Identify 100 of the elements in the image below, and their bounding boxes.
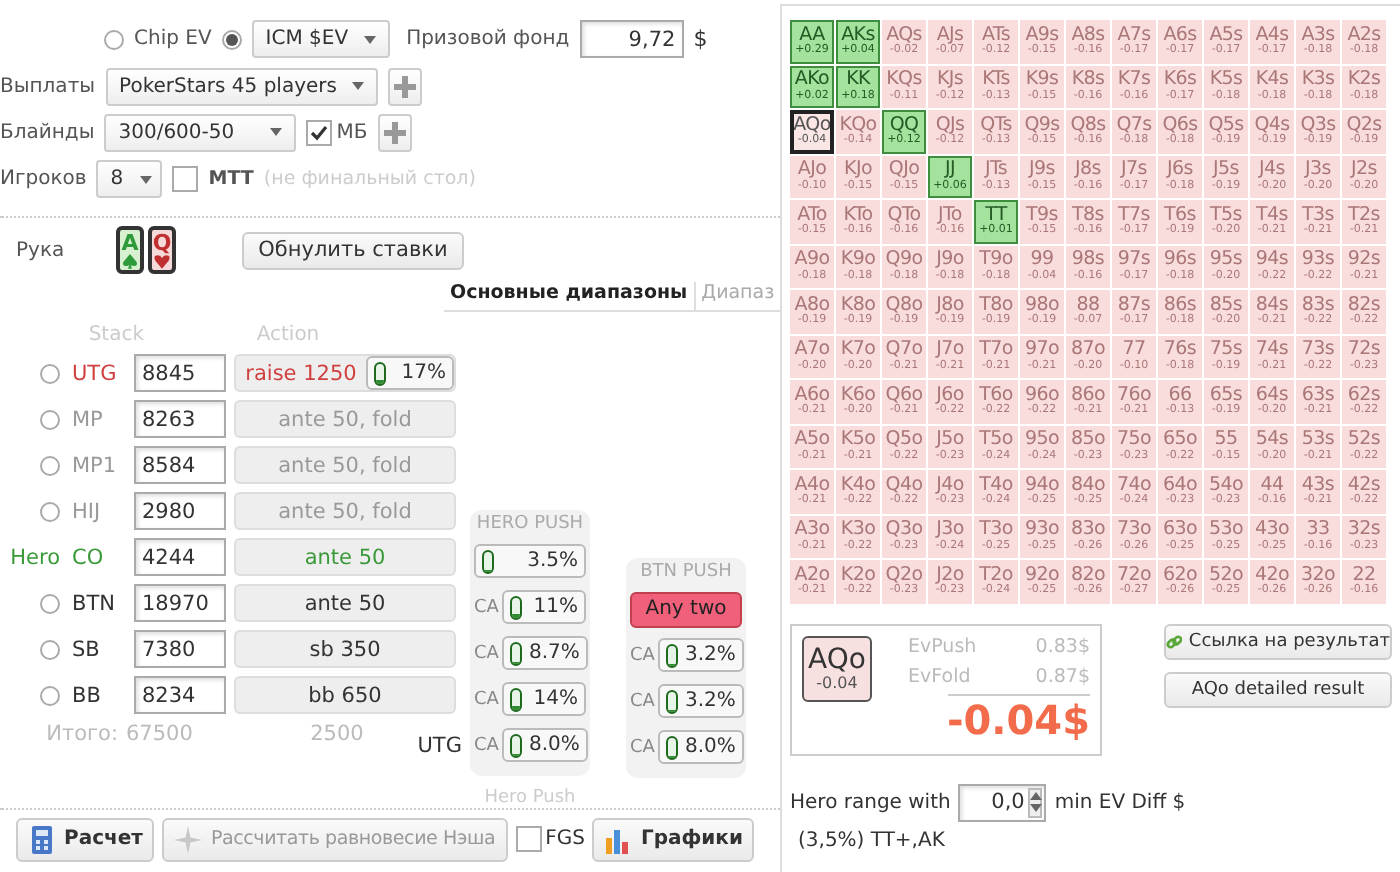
range-meter[interactable]: 8.0% bbox=[502, 728, 588, 763]
mtt-label: MTT bbox=[208, 168, 254, 191]
prize-pool-field[interactable]: 9,72 bbox=[579, 20, 684, 59]
stack-field[interactable]: 8845 bbox=[134, 354, 226, 393]
stack-field[interactable]: 18970 bbox=[134, 584, 226, 623]
action-box[interactable]: sb 350 bbox=[234, 630, 456, 669]
currency-label: $ bbox=[693, 26, 708, 53]
ev-push-value: 0.83$ bbox=[1035, 635, 1090, 657]
range-reading: 8.0% bbox=[684, 736, 736, 759]
range-reading: 3.2% bbox=[684, 690, 736, 713]
checkbox[interactable] bbox=[306, 119, 333, 146]
stack-field[interactable]: 4244 bbox=[134, 538, 226, 577]
hero-range-summary: (3,5%) TT+,AK bbox=[798, 829, 947, 851]
stack-field[interactable]: 8584 bbox=[134, 446, 226, 485]
card-rank: A bbox=[121, 231, 139, 254]
radio-button[interactable] bbox=[104, 29, 124, 50]
fgs-label: FGS bbox=[545, 828, 585, 851]
range-reading: 8.0% bbox=[528, 734, 580, 757]
any-two-button[interactable]: Any two bbox=[630, 591, 742, 628]
chip-ev-label: Chip EV bbox=[134, 28, 212, 51]
position-label: MP1 bbox=[72, 453, 119, 478]
total-label: Итого: bbox=[44, 722, 120, 747]
hand-label: Рука bbox=[14, 239, 67, 262]
push-title: HERO PUSH bbox=[474, 512, 586, 539]
add-button[interactable] bbox=[377, 113, 412, 152]
playing-card[interactable]: A bbox=[116, 226, 144, 275]
card-rank: Q bbox=[152, 231, 172, 254]
push-title: BTN PUSH bbox=[638, 560, 734, 587]
reset-bets-button[interactable]: Обнулить ставки bbox=[242, 231, 464, 270]
calculator-icon bbox=[28, 825, 56, 854]
call-label: CA bbox=[474, 735, 499, 756]
radio-button[interactable] bbox=[40, 409, 60, 430]
call-label: CA bbox=[630, 645, 655, 666]
range-meter[interactable]: 3.5% bbox=[474, 544, 586, 579]
range-meter[interactable]: 8.0% bbox=[658, 730, 744, 765]
action-box[interactable]: ante 50 bbox=[234, 584, 456, 623]
payouts-label: Выплаты bbox=[0, 75, 96, 98]
radio-button[interactable] bbox=[40, 501, 60, 522]
add-button[interactable] bbox=[388, 67, 423, 106]
min-ev-label: min EV Diff $ bbox=[1054, 791, 1186, 813]
toolbar-button[interactable]: Расчет bbox=[16, 817, 155, 862]
call-label: CA bbox=[630, 691, 655, 712]
result-link-button[interactable]: Ссылка на результат bbox=[1164, 623, 1392, 659]
range-reading: 17% bbox=[401, 362, 446, 385]
range-meter[interactable]: 8.7% bbox=[502, 636, 588, 671]
ev-fold-value: 0.87$ bbox=[1035, 665, 1090, 687]
range-reading: 14% bbox=[533, 688, 578, 711]
action-box[interactable]: ante 50 bbox=[234, 538, 456, 577]
hand-card: AQo -0.04 bbox=[802, 635, 872, 701]
range-reading: 3.5% bbox=[527, 550, 578, 573]
detailed-result-button[interactable]: AQo detailed result bbox=[1164, 671, 1392, 707]
call-label: CA bbox=[474, 597, 499, 618]
tab[interactable]: Основные диапазоны bbox=[444, 282, 694, 311]
players-label: Игроков bbox=[0, 168, 87, 191]
range-reading: 8.7% bbox=[528, 642, 580, 665]
action-text: raise 1250 bbox=[243, 361, 359, 386]
range-meter[interactable]: 3.2% bbox=[658, 638, 744, 673]
checkbox[interactable] bbox=[172, 166, 199, 193]
players-select[interactable]: 8 bbox=[96, 160, 163, 199]
tab[interactable]: Диапаз bbox=[693, 282, 780, 311]
stack-field[interactable]: 2980 bbox=[134, 492, 226, 531]
call-label: CA bbox=[474, 643, 499, 664]
min-ev-field[interactable]: 0,0 bbox=[958, 783, 1047, 821]
range-meter[interactable]: 11% bbox=[502, 590, 586, 625]
radio-button[interactable] bbox=[40, 455, 60, 476]
toolbar-button[interactable]: Графики bbox=[592, 817, 755, 862]
call-label: CA bbox=[474, 689, 499, 710]
range-meter[interactable]: 17% bbox=[366, 356, 454, 391]
total-stack: 67500 bbox=[126, 722, 195, 747]
call-label: CA bbox=[630, 737, 655, 758]
radio-button[interactable] bbox=[40, 639, 60, 660]
action-box[interactable]: ante 50, fold bbox=[234, 400, 456, 439]
radio-button[interactable] bbox=[40, 363, 60, 384]
bar-chart-icon bbox=[604, 825, 633, 854]
position-label: BB bbox=[72, 683, 103, 708]
payouts-select[interactable]: PokerStars 45 players bbox=[105, 67, 379, 106]
range-reading: 3.2% bbox=[684, 644, 736, 667]
ev-push-label: EvPush bbox=[908, 635, 977, 657]
position-label: MP bbox=[72, 407, 105, 432]
action-box[interactable]: raise 1250 17% bbox=[234, 354, 456, 393]
sparkle-icon bbox=[174, 825, 203, 854]
stack-field[interactable]: 8234 bbox=[134, 676, 226, 715]
range-meter[interactable]: 14% bbox=[502, 682, 586, 717]
range-reading: 11% bbox=[533, 596, 578, 619]
hero-label: Hero bbox=[10, 545, 60, 570]
checkbox[interactable] bbox=[515, 826, 542, 853]
stack-field[interactable]: 8263 bbox=[134, 400, 226, 439]
playing-card[interactable]: Q bbox=[148, 226, 176, 275]
blinds-select[interactable]: 300/600-50 bbox=[104, 113, 297, 152]
radio-button[interactable] bbox=[221, 29, 242, 50]
ev-fold-label: EvFold bbox=[908, 665, 971, 687]
stack-field[interactable]: 7380 bbox=[134, 630, 226, 669]
action-box[interactable]: ante 50, fold bbox=[234, 492, 456, 531]
position-label: UTG bbox=[72, 361, 119, 386]
range-meter[interactable]: 3.2% bbox=[658, 684, 744, 719]
ev-mode-select[interactable]: ICM $EV bbox=[251, 20, 391, 59]
action-box[interactable]: ante 50, fold bbox=[234, 446, 456, 485]
radio-button[interactable] bbox=[40, 593, 60, 614]
radio-button[interactable] bbox=[40, 685, 60, 706]
action-box[interactable]: bb 650 bbox=[234, 676, 456, 715]
